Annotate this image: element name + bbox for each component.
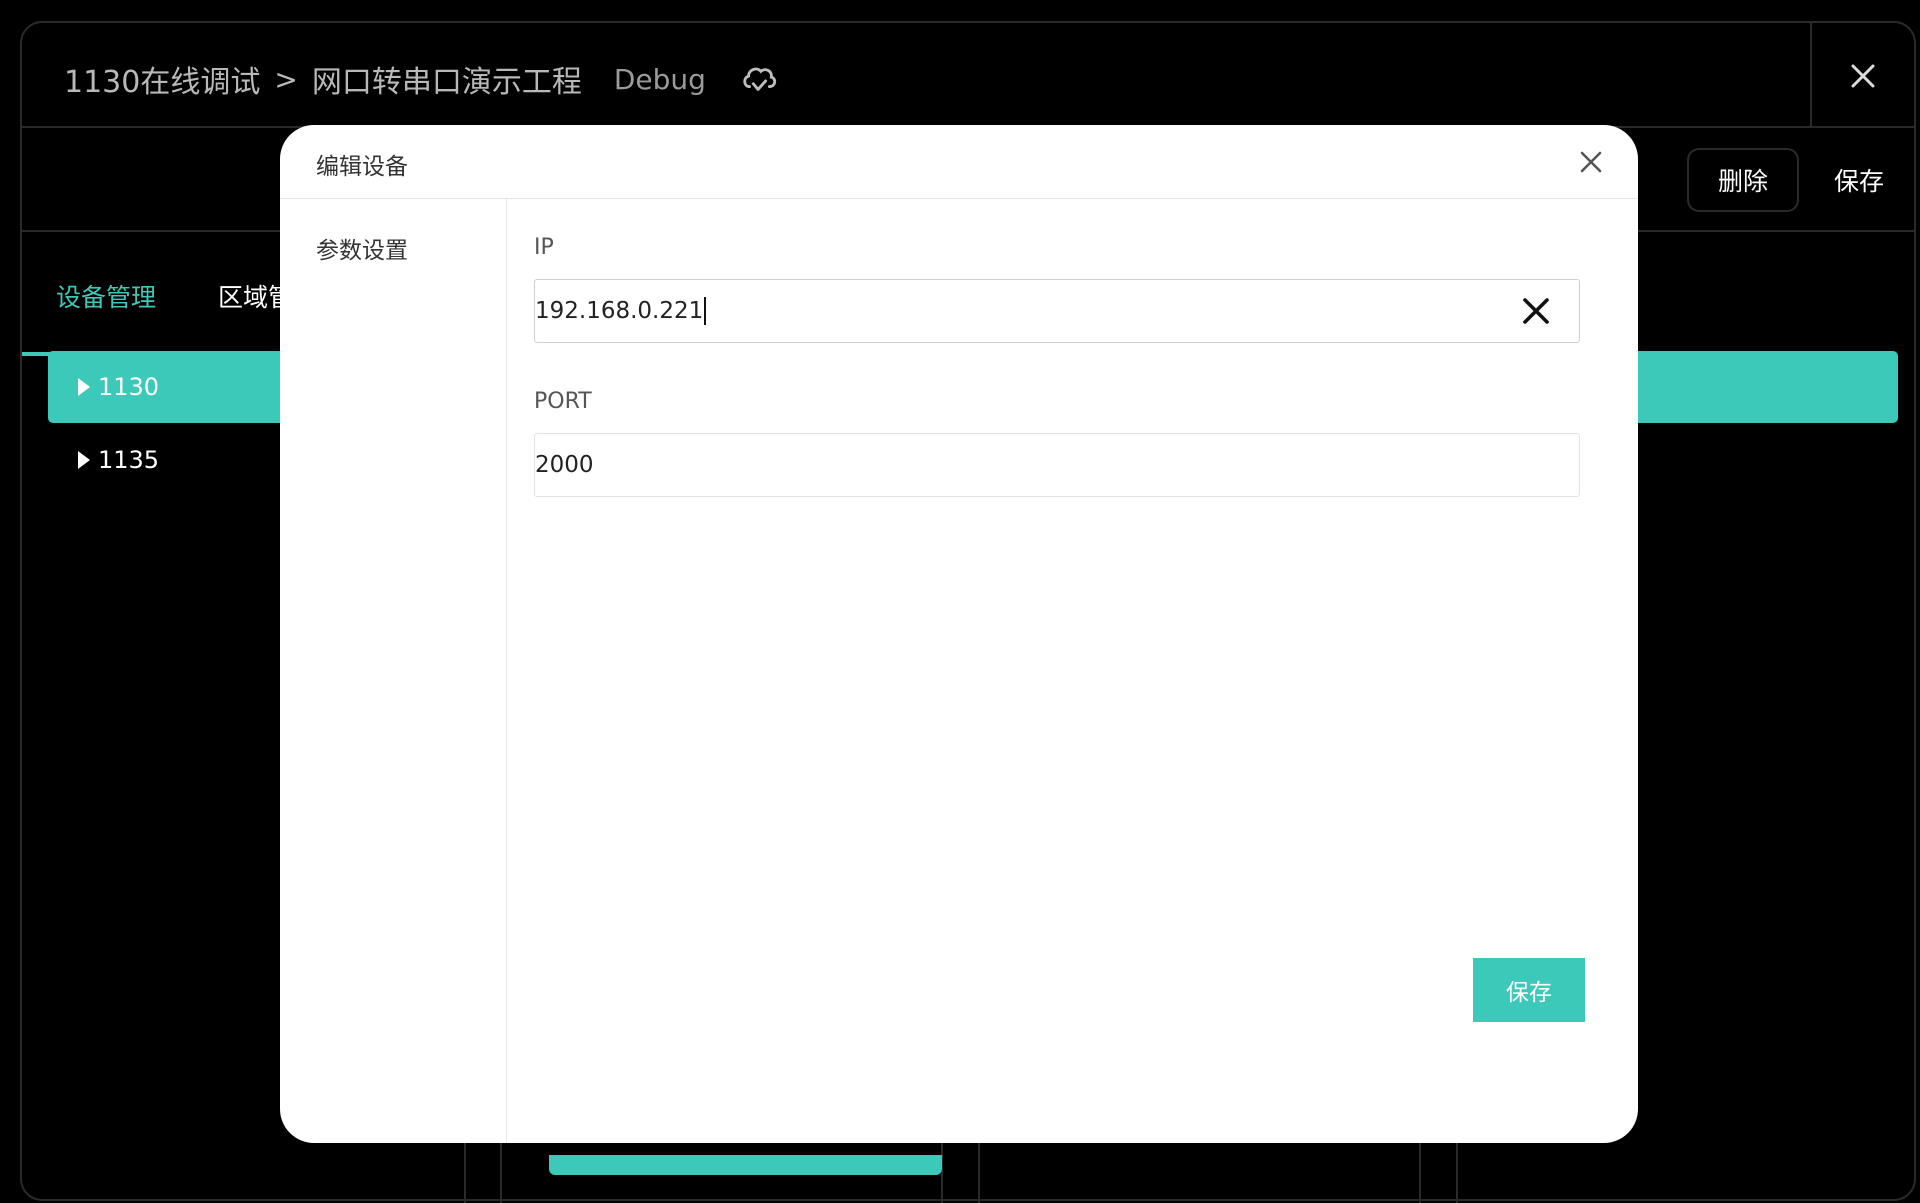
dialog-header: 编辑设备: [280, 125, 1638, 199]
tree-item-label: 1130: [98, 373, 160, 401]
close-icon: [1851, 64, 1875, 87]
tab-device-management[interactable]: 设备管理: [56, 278, 156, 314]
mode-label: Debug: [613, 62, 706, 96]
breadcrumb-root[interactable]: 1130在线调试: [64, 57, 260, 101]
dialog-close-icon[interactable]: [1574, 145, 1608, 179]
caret-right-icon[interactable]: [78, 378, 90, 396]
dialog-sidebar: 参数设置: [280, 199, 507, 1143]
panel-divider: [978, 1143, 980, 1203]
sidebar-item-parameter-settings[interactable]: 参数设置: [316, 231, 408, 265]
breadcrumb-project: 网口转串口演示工程: [311, 65, 582, 100]
panel-divider: [500, 1143, 502, 1203]
dialog-body: IP 192.168.0.221 PORT 2000: [507, 199, 1638, 1143]
text-caret: [704, 297, 707, 325]
title-bar: 1130在线调试 > 网口转串口演示工程 Debug: [22, 23, 1914, 128]
port-input-value: 2000: [535, 452, 594, 478]
save-button[interactable]: 保存: [1814, 148, 1904, 212]
bottom-accent-bar: [549, 1155, 942, 1175]
breadcrumb: 1130在线调试 > 网口转串口演示工程 Debug: [64, 57, 778, 101]
panel-divider: [1419, 1143, 1421, 1203]
panel-divider: [941, 1143, 943, 1203]
port-label: PORT: [534, 389, 592, 414]
cloud-sync-icon[interactable]: [740, 60, 778, 98]
ip-input-value: 192.168.0.221: [535, 298, 704, 324]
window-close-button[interactable]: [1810, 23, 1914, 128]
port-input[interactable]: 2000: [534, 433, 1580, 497]
tree-item-label: 1135: [98, 446, 160, 474]
ip-input[interactable]: 192.168.0.221: [534, 279, 1580, 343]
breadcrumb-separator: >: [274, 62, 298, 96]
delete-button[interactable]: 删除: [1687, 148, 1799, 212]
edit-device-dialog: 编辑设备 参数设置 IP 192.168.0.221 PORT 2000 保存: [280, 125, 1638, 1143]
dialog-title: 编辑设备: [316, 154, 408, 180]
panel-divider: [1456, 1143, 1458, 1203]
clear-icon[interactable]: [1521, 296, 1551, 326]
panel-divider: [464, 1143, 466, 1203]
dialog-save-button[interactable]: 保存: [1473, 958, 1585, 1022]
caret-right-icon[interactable]: [78, 451, 90, 469]
ip-label: IP: [534, 235, 554, 260]
